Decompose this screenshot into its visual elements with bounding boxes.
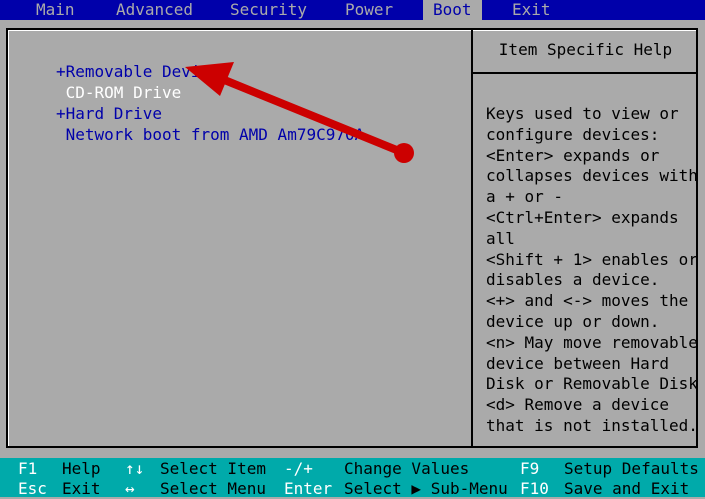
key-minus-plus-label: Change Values bbox=[344, 459, 470, 478]
annotation-arrow-icon bbox=[185, 62, 414, 163]
arrow-shaft bbox=[218, 75, 408, 157]
key-left-right-label: Select Menu bbox=[160, 479, 266, 498]
key-esc: Esc bbox=[18, 479, 47, 498]
key-left-right: ↔ bbox=[125, 479, 135, 498]
key-up-down: ↑↓ bbox=[125, 459, 145, 478]
key-enter: Enter bbox=[284, 479, 333, 498]
key-f1: F1 bbox=[18, 459, 38, 478]
arrow-tail-dot bbox=[394, 143, 414, 163]
key-f9: F9 bbox=[520, 459, 540, 478]
key-legend: F1 Help ↑↓ Select Item -/+ Change Values… bbox=[0, 458, 705, 498]
key-up-down-label: Select Item bbox=[160, 459, 266, 478]
key-f10: F10 bbox=[520, 479, 549, 498]
key-f1-label: Help bbox=[62, 459, 101, 478]
key-esc-label: Exit bbox=[62, 479, 101, 498]
arrow-head bbox=[185, 62, 234, 96]
key-f10-label: Save and Exit bbox=[564, 479, 690, 498]
key-f9-label: Setup Defaults bbox=[564, 459, 699, 478]
key-enter-label: Select ▶ Sub-Menu bbox=[344, 479, 508, 498]
key-minus-plus: -/+ bbox=[284, 459, 313, 478]
